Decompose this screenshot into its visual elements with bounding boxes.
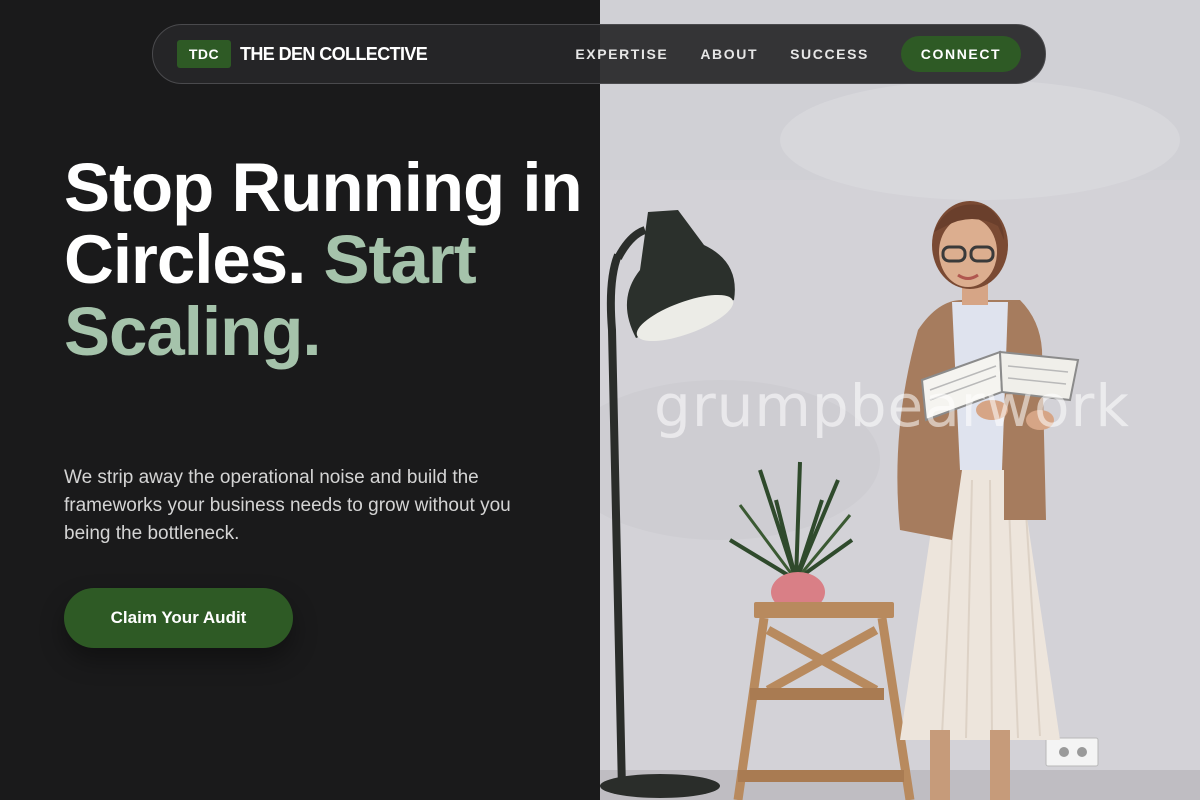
tdc-logo-badge: TDC	[177, 40, 231, 68]
brand-home-link[interactable]: TDC THE DEN COLLECTIVE	[177, 40, 428, 68]
top-navigation: TDC THE DEN COLLECTIVE EXPERTISE ABOUT S…	[152, 24, 1046, 84]
nav-link-expertise[interactable]: EXPERTISE	[575, 46, 668, 62]
nav-link-about[interactable]: ABOUT	[700, 46, 758, 62]
connect-button[interactable]: CONNECT	[901, 36, 1021, 72]
hero-headline: Stop Running in Circles. Start Scaling.	[64, 152, 594, 368]
wall-outlet	[1045, 737, 1099, 767]
nav-links: EXPERTISE ABOUT SUCCESS CONNECT	[575, 36, 1021, 72]
hero-photo: grumpbearwork	[600, 0, 1200, 800]
brand-name: THE DEN COLLECTIVE	[240, 43, 428, 64]
nav-link-success[interactable]: SUCCESS	[790, 46, 869, 62]
claim-audit-button[interactable]: Claim Your Audit	[64, 588, 293, 648]
hero-photo-illustration	[600, 0, 1200, 800]
hero-subcopy: We strip away the operational noise and …	[64, 467, 511, 544]
